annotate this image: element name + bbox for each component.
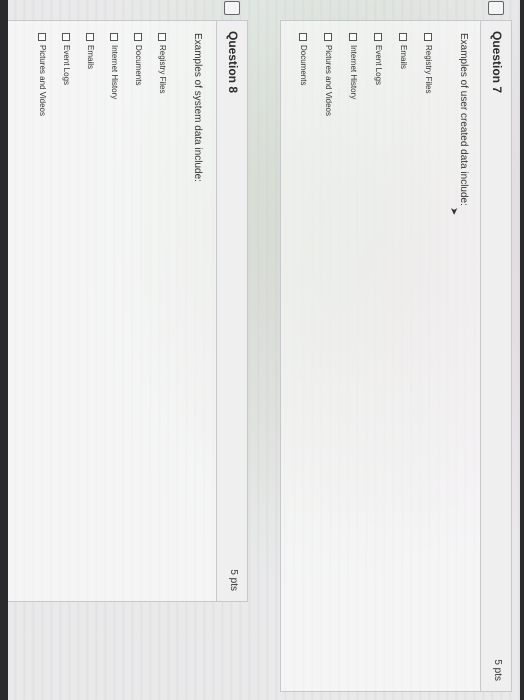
option-label: Event Logs bbox=[62, 45, 71, 86]
checkbox-icon[interactable] bbox=[110, 33, 119, 41]
option-label: Registry Files bbox=[158, 45, 167, 94]
screen: Question 7 5 pts Examples of user create… bbox=[8, 0, 520, 700]
option-label: Documents bbox=[299, 45, 308, 86]
option-label: Emails bbox=[399, 45, 408, 70]
q7-option-pictures-and-videos[interactable]: Pictures and Videos bbox=[324, 33, 333, 116]
checkbox-icon[interactable] bbox=[324, 33, 333, 41]
option-label: Documents bbox=[134, 45, 143, 86]
option-label: Event Logs bbox=[374, 45, 383, 86]
quiz-page: Question 7 5 pts Examples of user create… bbox=[8, 0, 520, 700]
question-7-card: Question 7 5 pts Examples of user create… bbox=[280, 1, 512, 692]
flag-question-icon[interactable] bbox=[224, 1, 240, 15]
flag-question-icon[interactable] bbox=[488, 1, 504, 15]
option-label: Internet History bbox=[349, 45, 358, 100]
checkbox-icon[interactable] bbox=[399, 33, 408, 41]
option-label: Internet History bbox=[110, 45, 119, 100]
q8-option-pictures-and-videos[interactable]: Pictures and Videos bbox=[38, 33, 47, 116]
question-8-card: Question 8 5 pts Examples of system data… bbox=[8, 1, 248, 602]
question-8-prompt: Examples of system data include: bbox=[192, 33, 203, 182]
q8-option-documents[interactable]: Documents bbox=[134, 33, 143, 85]
checkbox-icon[interactable] bbox=[299, 33, 308, 41]
question-7-header: Question 7 5 pts bbox=[480, 1, 511, 691]
question-8-title: Question 8 bbox=[226, 31, 240, 94]
q8-option-registry-files[interactable]: Registry Files bbox=[158, 33, 167, 93]
checkbox-icon[interactable] bbox=[424, 33, 433, 41]
question-7-title: Question 7 bbox=[490, 31, 504, 94]
checkbox-icon[interactable] bbox=[86, 33, 95, 41]
option-label: Emails bbox=[86, 45, 95, 70]
question-8-header: Question 8 5 pts bbox=[216, 1, 247, 601]
mouse-cursor-icon: ➤ bbox=[448, 207, 459, 216]
checkbox-icon[interactable] bbox=[134, 33, 143, 41]
option-label: Registry Files bbox=[424, 45, 433, 94]
q8-option-internet-history[interactable]: Internet History bbox=[110, 33, 119, 99]
q7-option-registry-files[interactable]: Registry Files bbox=[424, 33, 433, 93]
q7-option-internet-history[interactable]: Internet History bbox=[349, 33, 358, 99]
checkbox-icon[interactable] bbox=[158, 33, 167, 41]
question-7-prompt: Examples of user created data include: bbox=[458, 33, 469, 206]
q8-option-emails[interactable]: Emails bbox=[86, 33, 95, 69]
checkbox-icon[interactable] bbox=[62, 33, 71, 41]
question-8-points: 5 pts bbox=[228, 569, 239, 591]
q7-option-documents[interactable]: Documents bbox=[299, 33, 308, 85]
option-label: Pictures and Videos bbox=[38, 45, 47, 117]
q7-option-event-logs[interactable]: Event Logs bbox=[374, 33, 383, 85]
checkbox-icon[interactable] bbox=[374, 33, 383, 41]
option-label: Pictures and Videos bbox=[324, 45, 333, 117]
q7-option-emails[interactable]: Emails bbox=[399, 33, 408, 69]
checkbox-icon[interactable] bbox=[38, 33, 47, 41]
q8-option-event-logs[interactable]: Event Logs bbox=[62, 33, 71, 85]
question-7-points: 5 pts bbox=[492, 659, 503, 681]
checkbox-icon[interactable] bbox=[349, 33, 358, 41]
